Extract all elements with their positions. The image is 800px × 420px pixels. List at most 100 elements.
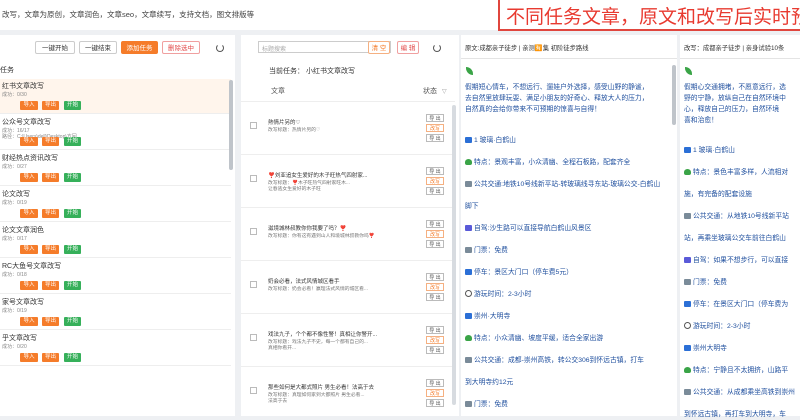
- task-scrollbar[interactable]: [229, 80, 233, 170]
- task-progress: 成功：0/19: [2, 308, 27, 314]
- article-row[interactable]: 滋境城林叔教你你我要了吗？❣️ 改写标题：你有这有遇到山人和境城林叔教你吗❣️ 导 …: [241, 207, 455, 259]
- export-button[interactable]: 导 出: [426, 293, 444, 301]
- article-row[interactable]: ❣️刘亚追女生爱好的木子旺热气四射家... 改写标题：❣️木子旺热气四射家旺木..…: [241, 154, 455, 206]
- export-button[interactable]: 导出: [42, 101, 59, 110]
- article-panel: 标题搜索 清 空 编 辑 当前任务： 小红书文章改写 文章 状态 ▽ 熱情片另的…: [241, 35, 459, 416]
- import-button[interactable]: 导入: [20, 173, 38, 182]
- export-button[interactable]: 导 出: [426, 167, 444, 175]
- info-line: 特点：小众清幽、坡度平缓，适合全家出游: [465, 333, 603, 344]
- import-button[interactable]: 导入: [20, 137, 38, 146]
- refresh-icon[interactable]: [216, 44, 224, 52]
- add-task-button[interactable]: 添加任务: [121, 41, 158, 54]
- start-button[interactable]: 开始: [64, 101, 81, 110]
- start-button[interactable]: 开始: [64, 137, 81, 146]
- article-scrollbar[interactable]: [452, 105, 456, 405]
- gray-icon: [465, 181, 472, 187]
- source-scrollbar[interactable]: [672, 65, 676, 125]
- article-checkbox[interactable]: [250, 122, 257, 129]
- task-row[interactable]: 财经热点资讯改写 成功：0/27 导入 导出 开始: [0, 151, 231, 186]
- article-checkbox[interactable]: [250, 387, 257, 394]
- rewrite-button[interactable]: 改写: [426, 389, 444, 397]
- rewrite-button[interactable]: 改写: [426, 283, 444, 291]
- tree-icon: [465, 335, 472, 341]
- import-button[interactable]: 导入: [20, 245, 38, 254]
- article-title: 熱情片另的♡: [268, 120, 301, 126]
- import-button[interactable]: 导入: [20, 317, 38, 326]
- task-row[interactable]: 论文文章润色 成功：0/17 导入 导出 开始: [0, 223, 231, 258]
- article-row[interactable]: 那些如何是大都式照片 男生必看！法高于去 改写标题：真理如何家到大都照片 男生必看…: [241, 366, 455, 418]
- export-button[interactable]: 导 出: [426, 240, 444, 248]
- import-button[interactable]: 导入: [20, 209, 38, 218]
- article-title: 戏法九子，个个都不像性警！真相让你警开...: [268, 332, 378, 338]
- article-extra-line: 法高于去: [268, 399, 288, 404]
- article-row[interactable]: 奶会必看，法式风情城区看手 改写标题：奶会必看！赢理法式风情的城区看... 导 出改…: [241, 260, 455, 312]
- export-button[interactable]: 导 出: [426, 346, 444, 354]
- start-all-button[interactable]: 一键开始: [35, 41, 75, 54]
- edit-button[interactable]: 编 辑: [397, 41, 419, 54]
- export-button[interactable]: 导 出: [426, 187, 444, 195]
- export-button[interactable]: 导出: [42, 137, 59, 146]
- export-button[interactable]: 导出: [42, 317, 59, 326]
- export-button[interactable]: 导出: [42, 281, 59, 290]
- export-button[interactable]: 导 出: [426, 379, 444, 387]
- start-button[interactable]: 开始: [64, 281, 81, 290]
- start-button[interactable]: 开始: [64, 317, 81, 326]
- task-row[interactable]: 乎文章改写 成功：0/20 导入 导出 开始: [0, 331, 231, 366]
- export-button[interactable]: 导 出: [426, 114, 444, 122]
- article-row[interactable]: 戏法九子，个个都不像性警！真相让你警开... 改写标题：戏法九子不史，每一个都有自…: [241, 313, 455, 365]
- rewrite-header: 改写：成都亲子徒步 | 亲身试验10条: [684, 45, 785, 52]
- task-status: 成功：0/27: [2, 163, 27, 170]
- info-line: 特点：景观丰富，小众清幽、全程石板路，配套齐全: [465, 157, 630, 168]
- export-button[interactable]: 导 出: [426, 134, 444, 142]
- delete-selected-button[interactable]: 删除选中: [162, 41, 200, 54]
- info-text: 1 玻璃·白鹤山: [693, 147, 735, 154]
- rewrite-button[interactable]: 改写: [426, 336, 444, 344]
- task-row[interactable]: RC大鱼号文章改写 成功：0/18 导入 导出 开始: [0, 259, 231, 294]
- task-row[interactable]: 论文改写 成功：0/19 导入 导出 开始: [0, 187, 231, 222]
- info-text: 停车：景区大门口（停车费5元）: [474, 269, 573, 276]
- rewrite-button[interactable]: 改写: [426, 124, 444, 132]
- export-button[interactable]: 导 出: [426, 399, 444, 407]
- article-extra-line: 让春逃女生爱好的木子旺: [268, 187, 321, 192]
- task-progress: 成功：0/30: [2, 92, 27, 98]
- export-button[interactable]: 导出: [42, 209, 59, 218]
- task-row[interactable]: 红书文章改写 成功：0/30 导入 导出 开始: [0, 79, 231, 114]
- clear-button[interactable]: 清 空: [368, 41, 390, 54]
- info-text: 游玩时间：2-3小时: [474, 291, 532, 298]
- rewrite-button[interactable]: 改写: [426, 177, 444, 185]
- info-text: 站，再乘坐玻璃公交车前往白鹤山: [684, 235, 786, 242]
- end-all-button[interactable]: 一键结束: [79, 41, 117, 54]
- task-row[interactable]: 公众号文章改写 成功：16/17 路径：C:\Users\dell\Desktop\…: [0, 115, 231, 150]
- export-button[interactable]: 导出: [42, 173, 59, 182]
- refresh-icon[interactable]: [433, 44, 441, 52]
- import-button[interactable]: 导入: [20, 281, 38, 290]
- article-row[interactable]: 熱情片另的♡ 改写标题：热情片另的♡ 导 出改写导 出: [241, 101, 455, 153]
- article-checkbox[interactable]: [250, 334, 257, 341]
- blue-icon: [465, 269, 472, 275]
- start-button[interactable]: 开始: [64, 353, 81, 362]
- info-line: 1 玻璃·白鹤山: [684, 145, 735, 156]
- info-line: 停车：景区大门口（停车费5元）: [465, 267, 573, 278]
- start-button[interactable]: 开始: [64, 173, 81, 182]
- export-button[interactable]: 导出: [42, 353, 59, 362]
- filter-icon[interactable]: ▽: [442, 88, 447, 95]
- task-row[interactable]: 家号文章改写 成功：0/19 导入 导出 开始: [0, 295, 231, 330]
- paragraph: 假期短心情车，不想远行、遛娃户外选择，感受山野的静谧，: [465, 84, 649, 91]
- rewrite-button[interactable]: 改写: [426, 230, 444, 238]
- import-button[interactable]: 导入: [20, 101, 38, 110]
- info-text: 脚下: [465, 203, 479, 210]
- start-button[interactable]: 开始: [64, 209, 81, 218]
- export-button[interactable]: 导 出: [426, 220, 444, 228]
- article-rewrite-title: 改写标题：奶会必看！赢理法式风情的城区看...: [268, 287, 368, 292]
- article-checkbox[interactable]: [250, 228, 257, 235]
- export-button[interactable]: 导出: [42, 245, 59, 254]
- article-checkbox[interactable]: [250, 175, 257, 182]
- article-rewrite-title: 改写标题：热情片另的♡: [268, 128, 321, 133]
- start-button[interactable]: 开始: [64, 245, 81, 254]
- export-button[interactable]: 导 出: [426, 326, 444, 334]
- info-line: 门票：免费: [684, 277, 727, 288]
- info-text: 门票：免费: [474, 401, 508, 408]
- import-button[interactable]: 导入: [20, 353, 38, 362]
- article-checkbox[interactable]: [250, 281, 257, 288]
- export-button[interactable]: 导 出: [426, 273, 444, 281]
